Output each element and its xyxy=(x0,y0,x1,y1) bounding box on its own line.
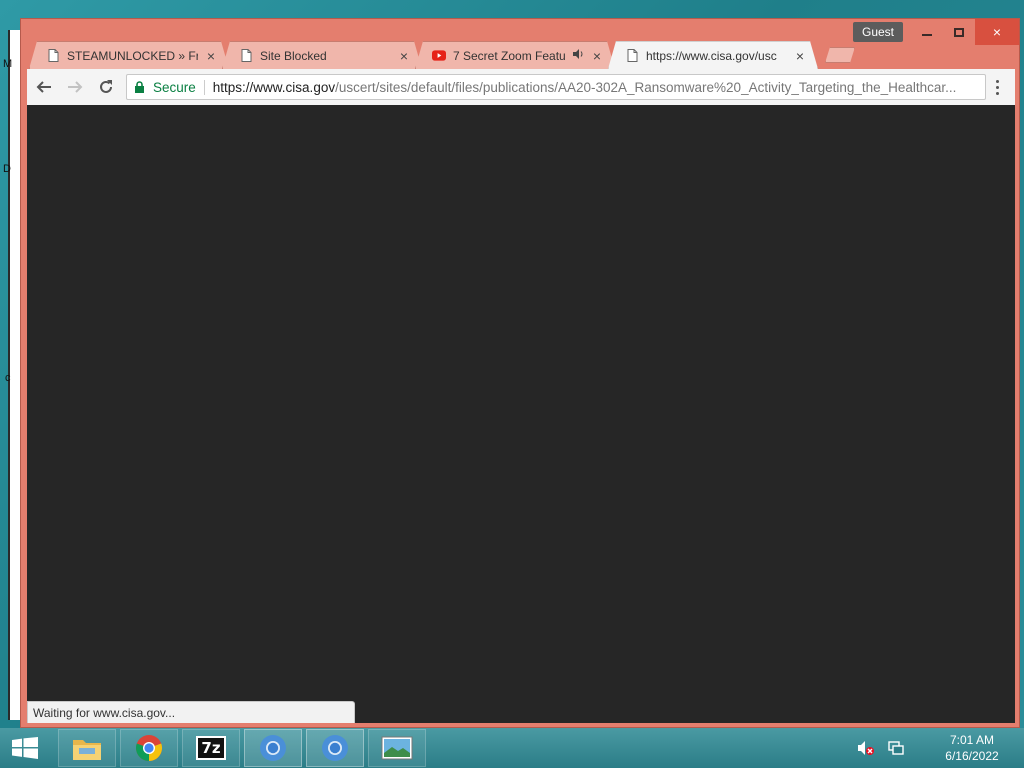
network-icon xyxy=(888,741,904,755)
back-button[interactable] xyxy=(30,73,58,101)
clock-time: 7:01 AM xyxy=(949,733,995,747)
guest-profile-button[interactable]: Guest xyxy=(852,22,903,42)
url-host: https://www.cisa.gov xyxy=(212,79,336,95)
volume-muted-button[interactable] xyxy=(854,736,878,760)
secure-label: Secure xyxy=(153,79,205,95)
browser-window: Guest × STEAMUNLOCKED » Free × Site Bloc… xyxy=(20,18,1020,728)
start-button[interactable] xyxy=(0,728,50,768)
tab-cisa[interactable]: https://www.cisa.gov/usc × xyxy=(608,41,818,69)
tab-close-button[interactable]: × xyxy=(590,48,604,64)
desktop-label-fragment: D xyxy=(3,163,11,175)
new-tab-button[interactable] xyxy=(825,47,855,63)
back-arrow-icon xyxy=(36,81,51,93)
tab-title: 7 Secret Zoom Featu xyxy=(453,48,566,63)
url-path: /uscert/sites/default/files/publications… xyxy=(335,79,957,95)
taskbar-7zip[interactable]: 7z xyxy=(182,729,240,767)
minimize-button[interactable] xyxy=(911,19,943,45)
chrome-menu-button[interactable] xyxy=(987,79,1007,95)
page-icon xyxy=(625,49,639,63)
system-tray: 7:01 AM 6/16/2022 xyxy=(854,728,1024,768)
menu-dot xyxy=(995,91,999,95)
taskbar-chromium-2[interactable] xyxy=(306,729,364,767)
7zip-icon: 7z xyxy=(196,736,226,760)
windows-logo-icon xyxy=(12,737,38,759)
tab-close-button[interactable]: × xyxy=(793,48,807,64)
tab-zoom-video[interactable]: 7 Secret Zoom Featu × xyxy=(415,41,615,69)
tab-site-blocked[interactable]: Site Blocked × xyxy=(222,41,422,69)
tab-title: https://www.cisa.gov/usc xyxy=(646,48,777,63)
forward-arrow-icon xyxy=(68,81,83,93)
chromium-icon xyxy=(260,735,286,761)
photo-viewer-icon xyxy=(381,736,413,760)
network-button[interactable] xyxy=(884,736,908,760)
volume-muted-icon xyxy=(858,741,874,755)
page-icon xyxy=(46,49,60,63)
menu-dot xyxy=(995,85,999,89)
window-controls: Guest × xyxy=(852,19,1019,45)
taskbar-chromium-1[interactable] xyxy=(244,729,302,767)
close-window-button[interactable]: × xyxy=(975,19,1019,45)
youtube-icon xyxy=(432,49,446,63)
desktop-label-fragment: M xyxy=(3,58,13,70)
clock-date: 6/16/2022 xyxy=(945,749,999,763)
tab-steamunlocked[interactable]: STEAMUNLOCKED » Free × xyxy=(29,41,229,69)
maximize-icon xyxy=(954,27,964,37)
reload-icon xyxy=(100,80,112,93)
lock-icon xyxy=(135,81,147,93)
chromium-icon xyxy=(322,735,348,761)
taskbar-clock[interactable]: 7:01 AM 6/16/2022 xyxy=(926,732,1018,764)
taskbar-chrome[interactable] xyxy=(120,729,178,767)
file-explorer-icon xyxy=(73,740,101,760)
browser-toolbar: Secure https://www.cisa.gov /uscert/site… xyxy=(27,69,1015,105)
chrome-icon xyxy=(135,735,163,761)
taskbar: 7z 7:01 AM 6/16/2022 xyxy=(0,728,1024,768)
desktop-label-fragment: c xyxy=(5,372,11,384)
page-icon xyxy=(239,49,253,63)
maximize-button[interactable] xyxy=(943,19,975,45)
tab-close-button[interactable]: × xyxy=(204,48,218,64)
tab-strip: STEAMUNLOCKED » Free × Site Blocked × 7 … xyxy=(29,41,869,69)
close-icon: × xyxy=(992,24,1002,40)
taskbar-file-explorer[interactable] xyxy=(58,729,116,767)
forward-button[interactable] xyxy=(61,73,89,101)
minimize-icon xyxy=(922,34,932,36)
tab-title: Site Blocked xyxy=(260,48,327,63)
audio-playing-icon[interactable] xyxy=(573,49,584,62)
tab-title: STEAMUNLOCKED » Free xyxy=(67,48,196,63)
taskbar-photo-viewer[interactable] xyxy=(368,729,426,767)
menu-dot xyxy=(995,79,999,83)
reload-button[interactable] xyxy=(92,73,120,101)
tab-close-button[interactable]: × xyxy=(397,48,411,64)
address-bar[interactable]: Secure https://www.cisa.gov /uscert/site… xyxy=(126,74,986,100)
loading-status-bubble: Waiting for www.cisa.gov... xyxy=(27,701,355,723)
page-content-area[interactable]: Waiting for www.cisa.gov... xyxy=(27,105,1015,723)
